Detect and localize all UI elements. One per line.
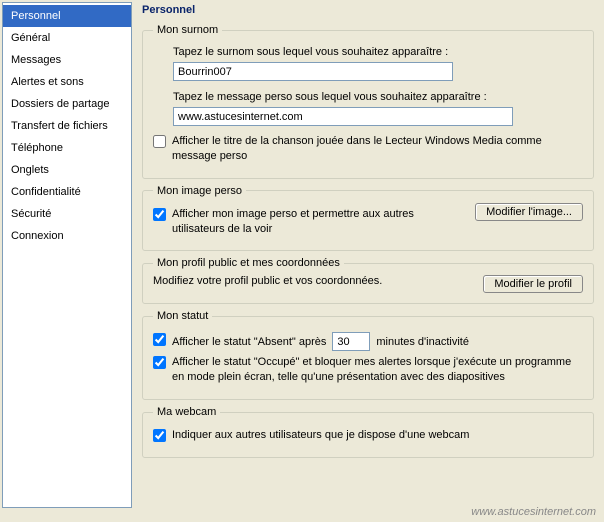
sidebar-item-general[interactable]: Général [3, 27, 131, 49]
group-statut: Mon statut Afficher le statut "Absent" a… [142, 310, 594, 400]
legend-webcam: Ma webcam [153, 406, 220, 418]
sidebar-item-telephone[interactable]: Téléphone [3, 137, 131, 159]
group-image: Mon image perso Afficher mon image perso… [142, 185, 594, 252]
titre-chanson-label: Afficher le titre de la chanson jouée da… [172, 134, 583, 164]
statut-absent-pre: Afficher le statut "Absent" après [172, 336, 326, 348]
sidebar-item-personnel[interactable]: Personnel [3, 5, 131, 27]
modifier-profil-button[interactable]: Modifier le profil [483, 275, 583, 293]
statut-absent-checkbox[interactable] [153, 333, 166, 346]
statut-absent-post: minutes d'inactivité [376, 336, 469, 348]
statut-occupe-label: Afficher le statut "Occupé" et bloquer m… [172, 355, 583, 385]
sidebar-item-transfert[interactable]: Transfert de fichiers [3, 115, 131, 137]
surnom-input[interactable] [173, 62, 453, 81]
legend-image: Mon image perso [153, 185, 246, 197]
webcam-checkbox[interactable] [153, 429, 166, 442]
surnom-label2: Tapez le message perso sous lequel vous … [173, 91, 583, 103]
group-webcam: Ma webcam Indiquer aux autres utilisateu… [142, 406, 594, 458]
surnom-label1: Tapez le surnom sous lequel vous souhait… [173, 46, 583, 58]
statut-occupe-checkbox[interactable] [153, 356, 166, 369]
modifier-image-button[interactable]: Modifier l'image... [475, 203, 583, 221]
legend-profil: Mon profil public et mes coordonnées [153, 257, 344, 269]
message-perso-input[interactable] [173, 107, 513, 126]
sidebar-item-onglets[interactable]: Onglets [3, 159, 131, 181]
legend-statut: Mon statut [153, 310, 212, 322]
statut-absent-minutes-input[interactable] [332, 332, 370, 351]
afficher-image-checkbox[interactable] [153, 208, 166, 221]
page-title: Personnel [142, 4, 594, 16]
sidebar-item-dossiers[interactable]: Dossiers de partage [3, 93, 131, 115]
profil-text: Modifiez votre profil public et vos coor… [153, 275, 473, 287]
sidebar-item-confidentialite[interactable]: Confidentialité [3, 181, 131, 203]
sidebar: Personnel Général Messages Alertes et so… [2, 2, 132, 508]
webcam-label: Indiquer aux autres utilisateurs que je … [172, 428, 583, 443]
afficher-image-label: Afficher mon image perso et permettre au… [172, 207, 465, 237]
watermark: www.astucesinternet.com [471, 506, 596, 518]
legend-surnom: Mon surnom [153, 24, 222, 36]
sidebar-item-messages[interactable]: Messages [3, 49, 131, 71]
sidebar-item-securite[interactable]: Sécurité [3, 203, 131, 225]
sidebar-item-alertes[interactable]: Alertes et sons [3, 71, 131, 93]
titre-chanson-checkbox[interactable] [153, 135, 166, 148]
sidebar-item-connexion[interactable]: Connexion [3, 225, 131, 247]
group-surnom: Mon surnom Tapez le surnom sous lequel v… [142, 24, 594, 179]
group-profil: Mon profil public et mes coordonnées Mod… [142, 257, 594, 304]
main-panel: Personnel Mon surnom Tapez le surnom sou… [132, 0, 604, 510]
